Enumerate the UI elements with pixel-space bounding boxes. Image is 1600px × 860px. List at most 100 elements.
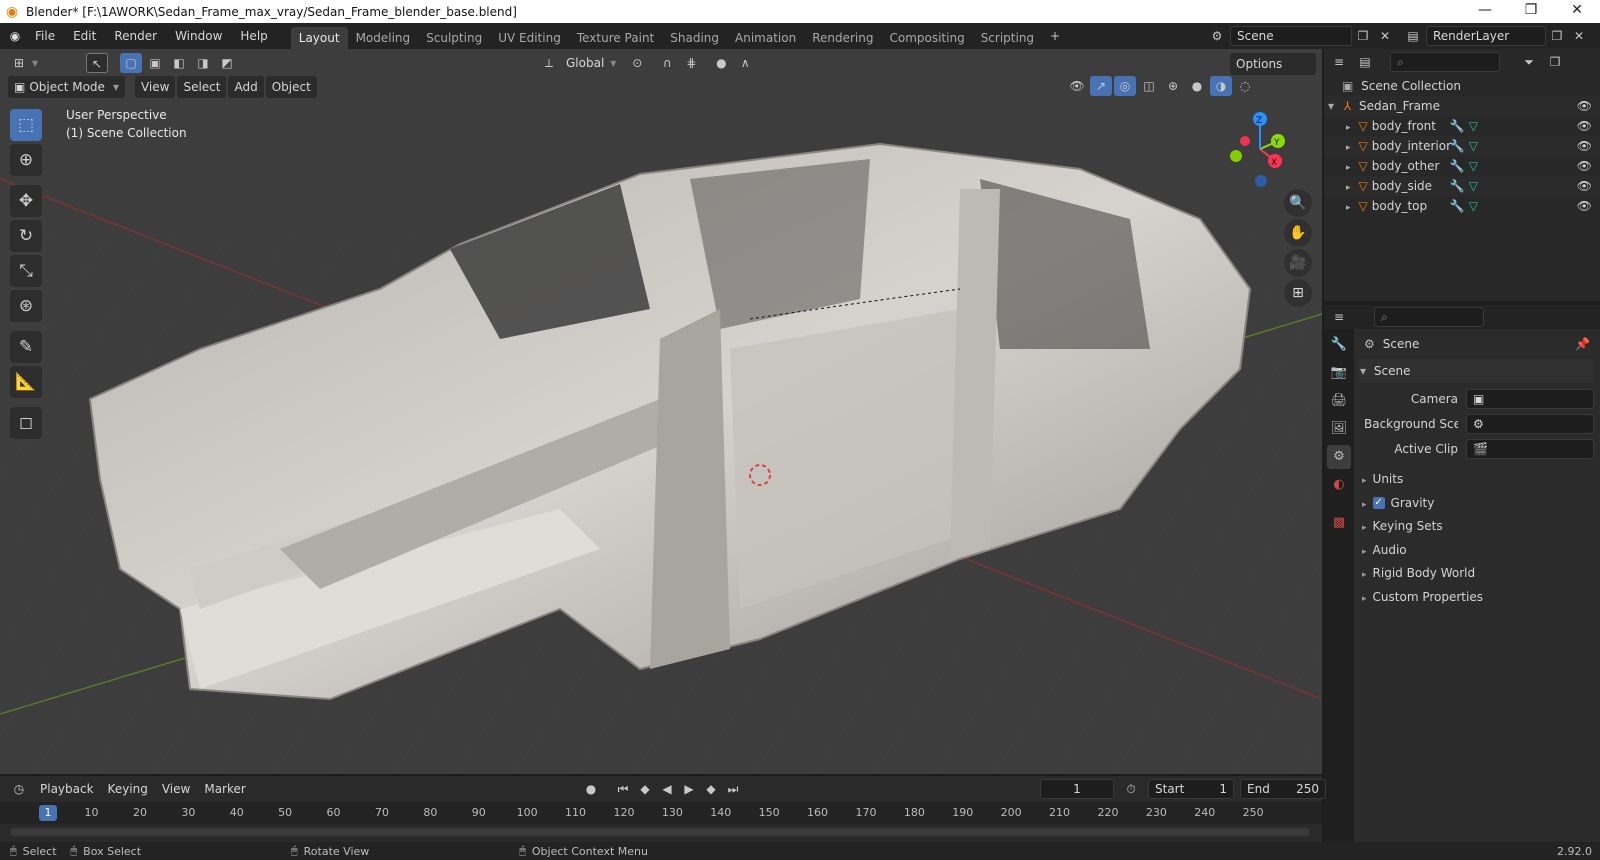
tab-modeling[interactable]: Modeling [348, 27, 419, 49]
scene-tab-icon[interactable]: ⚙ [1327, 445, 1351, 469]
modifier-wrench-icon[interactable]: 🔧 [1450, 199, 1465, 213]
new-view-layer-button[interactable]: ❐ [1546, 26, 1568, 46]
viewport-menu-object[interactable]: Object [265, 76, 317, 98]
mesh-data-icon[interactable]: ▽ [1469, 159, 1478, 173]
visibility-eye-icon[interactable]: 👁 [1577, 156, 1592, 176]
menu-window[interactable]: Window [166, 25, 231, 47]
viewport-menu-view[interactable]: View [134, 76, 176, 98]
select-invert-mode-icon[interactable]: ◨ [192, 53, 214, 73]
tab-animation[interactable]: Animation [727, 27, 804, 49]
mesh-data-icon[interactable]: ▽ [1469, 199, 1478, 213]
texture-tab-icon[interactable]: ▩ [1327, 511, 1351, 535]
timeline-menu-playback[interactable]: Playback [34, 778, 100, 800]
restore-button[interactable]: ❐ [1508, 0, 1554, 23]
outliner-row-body-front[interactable]: ▸ ▽ body_front 🔧 ▽ 👁 [1324, 116, 1600, 136]
filter-icon[interactable]: ⏷ [1518, 52, 1540, 72]
select-new-mode-icon[interactable]: ▢ [120, 53, 142, 73]
xray-toggle-icon[interactable]: ◫ [1138, 76, 1160, 96]
object-label[interactable]: body_front [1372, 116, 1444, 136]
world-tab-icon[interactable]: ◐ [1327, 473, 1351, 497]
object-label[interactable]: body_top [1372, 196, 1444, 216]
scene-icon[interactable]: ⚙ [1206, 26, 1228, 46]
next-keyframe-icon[interactable]: ◆ [700, 779, 722, 799]
viewport-menu-add[interactable]: Add [228, 76, 264, 98]
outliner-row-body-top[interactable]: ▸ ▽ body_top 🔧 ▽ 👁 [1324, 196, 1600, 216]
jump-end-icon[interactable]: ⏭ [722, 779, 744, 799]
mesh-data-icon[interactable]: ▽ [1469, 179, 1478, 193]
menu-edit[interactable]: Edit [64, 25, 105, 47]
modifier-wrench-icon[interactable]: 🔧 [1450, 139, 1465, 153]
play-icon[interactable]: ▶ [678, 779, 700, 799]
timeline-editor-icon[interactable]: ◷ [8, 779, 30, 799]
add-cube-tool-icon[interactable]: ◻ [10, 407, 42, 439]
solid-shading-icon[interactable]: ● [1186, 76, 1208, 96]
pivot-point-icon[interactable]: ⊙ [626, 53, 648, 73]
sedan-frame-label[interactable]: Sedan_Frame [1359, 99, 1440, 113]
select-box-tool-icon[interactable]: ⬚ [10, 109, 42, 141]
add-workspace-button[interactable]: + [1044, 26, 1066, 46]
jump-start-icon[interactable]: ⏮ [612, 779, 634, 799]
scale-tool-icon[interactable]: ⤡ [10, 255, 42, 287]
subpanel-custom-properties[interactable]: ▸ Custom Properties [1358, 585, 1594, 609]
tab-compositing[interactable]: Compositing [881, 27, 972, 49]
auto-keying-icon[interactable]: ● [580, 779, 602, 799]
object-label[interactable]: body_other [1372, 156, 1444, 176]
new-collection-icon[interactable]: ❐ [1544, 52, 1566, 72]
annotate-tool-icon[interactable]: ✎ [10, 331, 42, 363]
visibility-eye-icon[interactable]: 👁 [1577, 196, 1592, 216]
current-frame-field[interactable]: 1 [1040, 779, 1114, 799]
select-tool-icon[interactable]: ↖ [86, 53, 108, 73]
gizmo-toggle-icon[interactable]: ↗ [1090, 76, 1112, 96]
select-extend-mode-icon[interactable]: ▣ [144, 53, 166, 73]
scene-collection-label[interactable]: Scene Collection [1361, 79, 1461, 93]
tab-layout[interactable]: Layout [290, 27, 348, 49]
pin-icon[interactable]: 📌 [1575, 337, 1590, 351]
select-subtract-mode-icon[interactable]: ◧ [168, 53, 190, 73]
visibility-eye-icon[interactable]: 👁 [1577, 176, 1592, 196]
outliner-row-body-interior[interactable]: ▸ ▽ body_interior🔧 ▽ 👁 [1324, 136, 1600, 156]
expand-arrow-icon[interactable]: ▸ [1346, 143, 1351, 153]
modifier-wrench-icon[interactable]: 🔧 [1450, 159, 1465, 173]
display-mode-icon[interactable]: ▤ [1354, 52, 1376, 72]
play-reverse-icon[interactable]: ◀ [656, 779, 678, 799]
object-label[interactable]: body_interior [1372, 136, 1451, 156]
falloff-icon[interactable]: ∧ [734, 53, 756, 73]
object-label[interactable]: body_side [1372, 176, 1444, 196]
transform-tool-icon[interactable]: ⊛ [10, 290, 42, 322]
viewport-menu-select[interactable]: Select [177, 76, 227, 98]
navigation-gizmo[interactable]: X Y Z [1215, 109, 1305, 189]
subpanel-gravity[interactable]: ▸ ✓ Gravity [1358, 491, 1594, 515]
menu-render[interactable]: Render [105, 25, 166, 47]
scene-selector[interactable]: Scene [1230, 26, 1352, 46]
proportional-editing-icon[interactable]: ● [710, 53, 732, 73]
rendered-shading-icon[interactable]: ◌ [1234, 76, 1256, 96]
subpanel-audio[interactable]: ▸ Audio [1358, 538, 1594, 562]
timeline-menu-marker[interactable]: Marker [198, 778, 251, 800]
output-tab-icon[interactable]: 🖨 [1327, 389, 1351, 413]
measure-tool-icon[interactable]: 📐 [10, 366, 42, 398]
active-clip-field[interactable]: 🎬 [1466, 439, 1594, 459]
snap-icon[interactable]: ∩ [656, 53, 678, 73]
editor-type-icon[interactable]: ⊞ [8, 53, 30, 73]
subpanel-units[interactable]: ▸ Units [1358, 467, 1594, 491]
transform-orientation-icon[interactable]: ⟂ [538, 53, 560, 73]
view-layer-selector[interactable]: RenderLayer [1426, 26, 1546, 46]
wireframe-shading-icon[interactable]: ⊕ [1162, 76, 1184, 96]
visibility-icon[interactable]: 👁 [1066, 76, 1088, 96]
properties-editor-icon[interactable]: ≡ [1328, 307, 1350, 327]
properties-search-input[interactable]: ⌕ [1374, 307, 1484, 327]
start-frame-field[interactable]: Start 1 [1148, 779, 1234, 799]
prev-keyframe-icon[interactable]: ◆ [634, 779, 656, 799]
tab-texture-paint[interactable]: Texture Paint [569, 27, 662, 49]
subpanel-keying-sets[interactable]: ▸ Keying Sets [1358, 514, 1594, 538]
collapse-arrow-icon[interactable]: ▾ [1328, 99, 1334, 113]
modifier-wrench-icon[interactable]: 🔧 [1450, 119, 1465, 133]
outliner-row-body-side[interactable]: ▸ ▽ body_side 🔧 ▽ 👁 [1324, 176, 1600, 196]
expand-arrow-icon[interactable]: ▸ [1346, 163, 1351, 173]
frame-ruler[interactable]: 1 10 20 30 40 50 60 70 80 90 100 110 120 130 140 150 160… [0, 802, 1322, 824]
cursor-tool-icon[interactable]: ⊕ [10, 144, 42, 176]
3d-viewport[interactable]: ⊞ ▾ ↖ ▢ ▣ ◧ ◨ ◩ ⟂ Global ▾ ⊙ ∩ ⋕ ● ∧ Opt… [0, 49, 1322, 774]
camera-field[interactable]: ▣ [1466, 389, 1594, 409]
delete-scene-button[interactable]: ✕ [1374, 26, 1396, 46]
view-layer-icon[interactable]: ▤ [1402, 26, 1424, 46]
